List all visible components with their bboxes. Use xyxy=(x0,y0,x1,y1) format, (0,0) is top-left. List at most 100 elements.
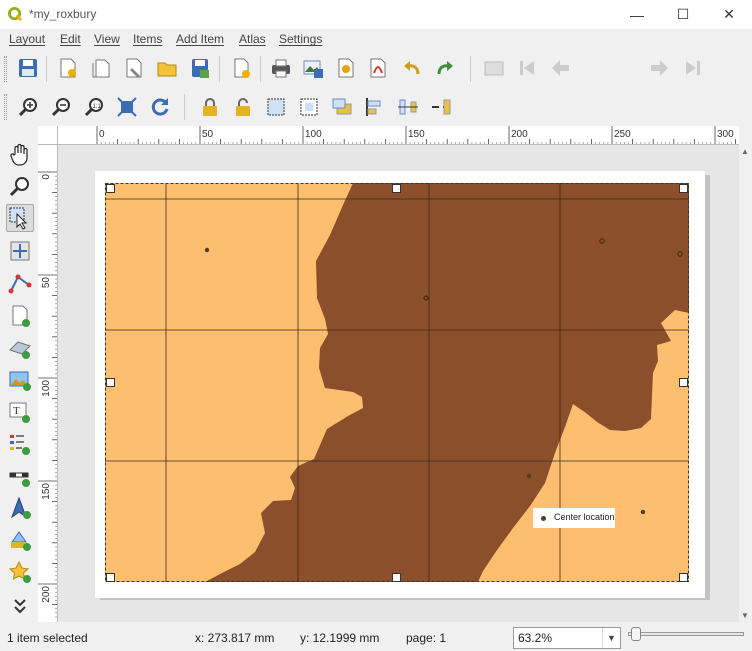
zoom-full-button[interactable] xyxy=(114,94,140,120)
ruler-label: 300 xyxy=(717,129,734,140)
zoom-slider-track[interactable] xyxy=(628,632,744,636)
toolbar-grip[interactable] xyxy=(4,94,7,120)
add-shape-tool[interactable] xyxy=(6,526,34,554)
resize-handle-e[interactable] xyxy=(679,378,688,387)
align-items-button[interactable] xyxy=(362,94,388,120)
pan-icon xyxy=(10,143,28,166)
raise-items-button[interactable] xyxy=(329,94,355,120)
save-template-button[interactable] xyxy=(187,55,213,81)
duplicate-layout-button[interactable] xyxy=(88,55,114,81)
ruler-label: 150 xyxy=(408,129,425,140)
ruler-label: 200 xyxy=(41,586,52,603)
expand-tools-icon xyxy=(14,599,26,614)
print-button[interactable] xyxy=(268,55,294,81)
undo-button[interactable] xyxy=(399,55,425,81)
page-readout: page: 1 xyxy=(406,631,447,645)
add-label-tool[interactable]: T xyxy=(6,398,34,426)
export-image-button[interactable] xyxy=(300,55,326,81)
add-north-arrow-tool[interactable] xyxy=(6,494,34,522)
zoom-slider-handle[interactable] xyxy=(631,627,641,641)
window-title: *my_roxbury xyxy=(29,7,97,21)
qgis-logo-icon xyxy=(8,7,23,22)
save-button[interactable] xyxy=(15,55,41,81)
resize-handle-nw[interactable] xyxy=(106,184,115,193)
horizontal-ruler[interactable]: 0 50 100 150 200 250 300 xyxy=(58,126,739,145)
unlock-items-button[interactable] xyxy=(230,94,256,120)
previous-feature-button[interactable] xyxy=(547,55,573,81)
edit-nodes-tool[interactable] xyxy=(6,269,34,297)
resize-handle-w[interactable] xyxy=(106,378,115,387)
move-content-tool[interactable] xyxy=(6,237,34,265)
resize-handle-s[interactable] xyxy=(392,573,401,582)
toolbar-grip[interactable] xyxy=(4,56,7,82)
cursor-y-readout: y: 12.1999 mm xyxy=(300,631,380,645)
zoom-tool[interactable] xyxy=(6,172,34,200)
resize-items-button[interactable] xyxy=(428,94,454,120)
save-template-icon xyxy=(192,59,209,78)
zoom-out-button[interactable] xyxy=(48,94,74,120)
resize-handle-n[interactable] xyxy=(392,184,401,193)
new-layout-button[interactable] xyxy=(55,55,81,81)
scroll-up-icon[interactable]: ▲ xyxy=(741,147,749,156)
menu-items[interactable]: Items xyxy=(133,32,162,46)
maximize-button[interactable]: ☐ xyxy=(660,0,706,29)
zoom-select[interactable]: 63.2% ▼ xyxy=(513,627,621,649)
select-move-tool[interactable] xyxy=(6,204,34,232)
export-svg-button[interactable] xyxy=(333,55,359,81)
zoom-out-icon xyxy=(51,98,70,117)
new-layout-icon xyxy=(60,58,76,78)
select-all-button[interactable] xyxy=(263,94,289,120)
vertical-scrollbar[interactable]: ▲ ▼ xyxy=(739,145,752,622)
add-legend-tool[interactable] xyxy=(6,430,34,458)
open-template-button[interactable] xyxy=(154,55,180,81)
map-legend[interactable]: Center location xyxy=(533,508,615,528)
export-svg-icon xyxy=(338,58,354,78)
zoom-100-button[interactable]: 1:1 xyxy=(81,94,107,120)
close-button[interactable]: ✕ xyxy=(706,0,752,29)
redo-button[interactable] xyxy=(432,55,458,81)
pan-tool[interactable] xyxy=(6,140,34,168)
distribute-items-button[interactable] xyxy=(395,94,421,120)
expand-tools-button[interactable] xyxy=(6,596,34,616)
menu-edit[interactable]: Edit xyxy=(60,32,81,46)
cursor-x-readout: x: 273.817 mm xyxy=(195,631,275,645)
deselect-button[interactable] xyxy=(296,94,322,120)
zoom-in-icon xyxy=(18,98,37,117)
raise-items-icon xyxy=(332,98,352,115)
add-3d-map-tool[interactable] xyxy=(6,334,34,362)
resize-handle-ne[interactable] xyxy=(679,184,688,193)
layout-manager-button[interactable] xyxy=(121,55,147,81)
ruler-label: 100 xyxy=(41,380,52,397)
redo-icon xyxy=(437,61,453,75)
first-feature-button[interactable] xyxy=(514,55,540,81)
menu-atlas[interactable]: Atlas xyxy=(239,32,266,46)
resize-handle-se[interactable] xyxy=(679,573,688,582)
atlas-preview-icon xyxy=(484,61,504,76)
ruler-label: 0 xyxy=(41,174,52,180)
menu-bar: Layout Edit View Items Add Item Atlas Se… xyxy=(0,29,752,50)
next-feature-button[interactable] xyxy=(647,55,673,81)
add-page-tool[interactable] xyxy=(6,302,34,330)
export-pdf-button[interactable] xyxy=(365,55,391,81)
ruler-label: 150 xyxy=(41,483,52,500)
atlas-preview-button[interactable] xyxy=(481,55,507,81)
add-pages-icon xyxy=(234,58,250,78)
last-feature-button[interactable] xyxy=(680,55,706,81)
add-scalebar-tool[interactable] xyxy=(6,462,34,490)
refresh-button[interactable] xyxy=(147,94,173,120)
add-pages-button[interactable] xyxy=(228,55,254,81)
zoom-in-button[interactable] xyxy=(15,94,41,120)
lock-items-button[interactable] xyxy=(197,94,223,120)
add-marker-tool[interactable] xyxy=(6,558,34,586)
add-picture-tool[interactable] xyxy=(6,366,34,394)
menu-settings[interactable]: Settings xyxy=(279,32,322,46)
menu-add-item[interactable]: Add Item xyxy=(176,32,224,46)
menu-view[interactable]: View xyxy=(94,32,120,46)
open-template-icon xyxy=(157,62,177,77)
unlock-items-icon xyxy=(236,98,250,116)
scroll-down-icon[interactable]: ▼ xyxy=(741,611,749,620)
minimize-button[interactable]: — xyxy=(614,0,660,29)
menu-layout[interactable]: Layout xyxy=(9,32,45,46)
vertical-ruler[interactable]: 0 50 100 150 200 xyxy=(38,145,58,622)
resize-handle-sw[interactable] xyxy=(106,573,115,582)
